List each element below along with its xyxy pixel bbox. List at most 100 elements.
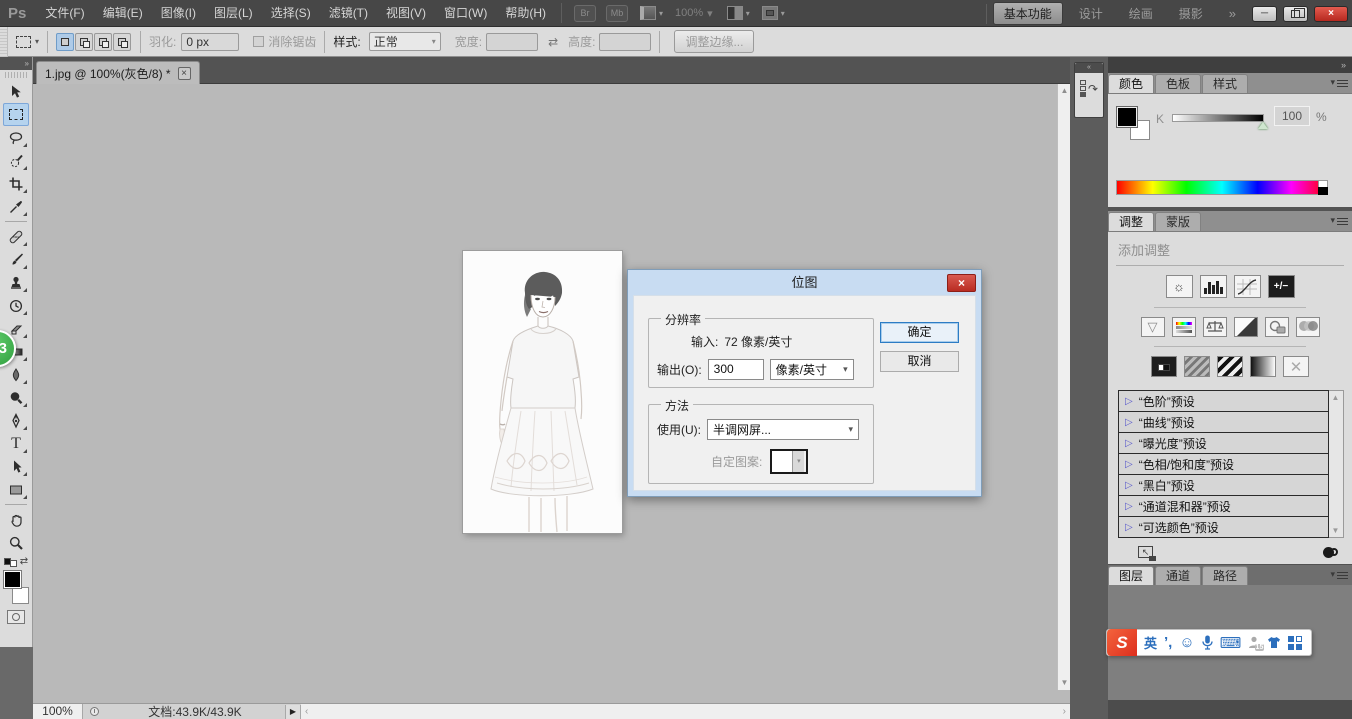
antialias-checkbox[interactable]: 消除锯齿 <box>253 33 316 50</box>
cancel-button[interactable]: 取消 <box>880 351 959 372</box>
document-image[interactable] <box>463 251 622 533</box>
ime-account-button[interactable]: 15 <box>1248 636 1260 649</box>
expander-icon[interactable]: ▷ <box>1125 438 1133 449</box>
canvas-vertical-scrollbar[interactable]: ▲ ▼ <box>1057 84 1070 690</box>
expander-icon[interactable]: ▷ <box>1125 459 1133 470</box>
feather-input[interactable]: 0 px <box>181 33 239 51</box>
k-slider-thumb[interactable] <box>1258 122 1268 129</box>
expander-icon[interactable]: ▷ <box>1125 480 1133 491</box>
workspace-overflow-button[interactable]: » <box>1219 4 1246 23</box>
ime-skin-button[interactable] <box>1267 636 1281 649</box>
threshold-button[interactable] <box>1217 356 1243 377</box>
tab-masks[interactable]: 蒙版 <box>1155 212 1201 231</box>
menu-view[interactable]: 视图(V) <box>377 0 435 27</box>
color-balance-button[interactable] <box>1203 317 1227 337</box>
channel-mixer-button[interactable] <box>1296 317 1320 337</box>
preset-black-white[interactable]: ▷“黑白”预设 <box>1118 475 1329 496</box>
scroll-down-icon[interactable]: ▼ <box>1329 526 1342 535</box>
output-unit-select[interactable]: 像素/英寸 ▾ <box>770 359 854 380</box>
expander-icon[interactable]: ▷ <box>1125 396 1133 407</box>
screen-mode-button[interactable]: ▾ <box>762 6 785 20</box>
hue-saturation-button[interactable] <box>1172 317 1196 337</box>
type-tool[interactable]: T <box>3 432 29 455</box>
selection-new-button[interactable] <box>56 33 74 51</box>
preset-hue-saturation[interactable]: ▷“色相/饱和度”预设 <box>1118 454 1329 475</box>
style-select[interactable]: 正常 ▾ <box>369 32 441 51</box>
status-menu-button[interactable]: ▶ <box>285 705 301 719</box>
menu-file[interactable]: 文件(F) <box>36 0 93 27</box>
levels-button[interactable] <box>1200 275 1227 298</box>
posterize-button[interactable] <box>1184 356 1210 377</box>
custom-pattern-picker[interactable]: ▾ <box>770 449 808 474</box>
exposure-button[interactable]: +/− <box>1268 275 1295 298</box>
rectangular-marquee-tool[interactable] <box>3 103 29 126</box>
mini-bridge-button[interactable]: Mb <box>606 5 628 22</box>
status-zoom-field[interactable]: 100% <box>33 704 83 719</box>
rectangle-tool[interactable] <box>3 478 29 501</box>
menu-layer[interactable]: 图层(L) <box>205 0 262 27</box>
crop-tool[interactable] <box>3 172 29 195</box>
use-method-select[interactable]: 半调网屏... ▾ <box>707 419 859 440</box>
selection-subtract-button[interactable] <box>94 33 112 51</box>
preset-levels[interactable]: ▷“色阶”预设 <box>1118 391 1329 412</box>
document-tab-close-button[interactable]: × <box>178 67 191 80</box>
bridge-button[interactable]: Br <box>574 5 596 22</box>
tools-panel-grip[interactable] <box>5 72 27 78</box>
width-input[interactable] <box>486 33 538 51</box>
tool-preset-picker[interactable]: ▾ <box>16 36 39 48</box>
preset-exposure[interactable]: ▷“曝光度”预设 <box>1118 433 1329 454</box>
spot-healing-brush-tool[interactable] <box>3 225 29 248</box>
dialog-title[interactable]: 位图 <box>628 270 981 295</box>
collapsed-history-panel[interactable]: « ↷ <box>1074 62 1104 118</box>
expander-icon[interactable]: ▷ <box>1125 522 1133 533</box>
zoom-tool[interactable] <box>3 531 29 554</box>
pen-tool[interactable] <box>3 409 29 432</box>
eyedropper-tool[interactable] <box>3 195 29 218</box>
foreground-color-swatch[interactable] <box>1116 106 1138 128</box>
menu-filter[interactable]: 滤镜(T) <box>320 0 377 27</box>
workspace-design-button[interactable]: 设计 <box>1069 3 1113 24</box>
zoom-level-button[interactable]: 100% ▾ <box>675 7 713 20</box>
dodge-tool[interactable] <box>3 386 29 409</box>
k-value-input[interactable]: 100 <box>1274 106 1310 126</box>
history-brush-tool[interactable] <box>3 294 29 317</box>
swap-dimensions-icon[interactable]: ⇄ <box>548 35 558 49</box>
options-bar-grip[interactable] <box>0 27 8 57</box>
clip-to-layer-button[interactable] <box>1323 547 1338 558</box>
menu-image[interactable]: 图像(I) <box>152 0 205 27</box>
ime-language-button[interactable]: 英 <box>1144 633 1157 652</box>
history-panel-icon[interactable]: ↷ <box>1080 79 1098 98</box>
tab-paths[interactable]: 路径 <box>1202 566 1248 585</box>
minimize-button[interactable]: ─ <box>1252 6 1277 22</box>
foreground-color-swatch[interactable] <box>3 570 22 589</box>
brush-tool[interactable] <box>3 248 29 271</box>
hand-tool[interactable] <box>3 508 29 531</box>
document-tab[interactable]: 1.jpg @ 100%(灰色/8) * × <box>36 61 200 84</box>
tab-styles[interactable]: 样式 <box>1202 74 1248 93</box>
scroll-up-icon[interactable]: ▲ <box>1329 393 1342 402</box>
expander-icon[interactable]: ▷ <box>1125 417 1133 428</box>
invert-button[interactable] <box>1151 356 1177 377</box>
ime-keyboard-button[interactable]: ⌨ <box>1220 634 1242 652</box>
mini-panel-collapse[interactable]: « <box>1075 63 1103 73</box>
dock-collapse[interactable]: » <box>1108 57 1352 73</box>
view-extras-button[interactable]: ▾ <box>640 6 663 20</box>
layers-panel-menu-button[interactable]: ▾ <box>1330 569 1348 580</box>
scroll-left-icon[interactable]: ‹ <box>305 706 308 717</box>
lasso-tool[interactable] <box>3 126 29 149</box>
scroll-right-icon[interactable]: › <box>1063 706 1066 717</box>
blur-tool[interactable] <box>3 363 29 386</box>
move-tool[interactable] <box>3 80 29 103</box>
quick-selection-tool[interactable] <box>3 149 29 172</box>
ok-button[interactable]: 确定 <box>880 322 959 343</box>
menu-window[interactable]: 窗口(W) <box>435 0 496 27</box>
tab-adjustments[interactable]: 调整 <box>1108 212 1154 231</box>
tab-color[interactable]: 颜色 <box>1108 74 1154 93</box>
workspace-painting-button[interactable]: 绘画 <box>1119 3 1163 24</box>
gradient-map-button[interactable] <box>1250 356 1276 377</box>
clone-stamp-tool[interactable] <box>3 271 29 294</box>
close-button[interactable]: × <box>1314 6 1348 22</box>
expanded-view-button[interactable]: ↖ <box>1138 546 1153 558</box>
menu-edit[interactable]: 编辑(E) <box>94 0 152 27</box>
menu-help[interactable]: 帮助(H) <box>496 0 555 27</box>
